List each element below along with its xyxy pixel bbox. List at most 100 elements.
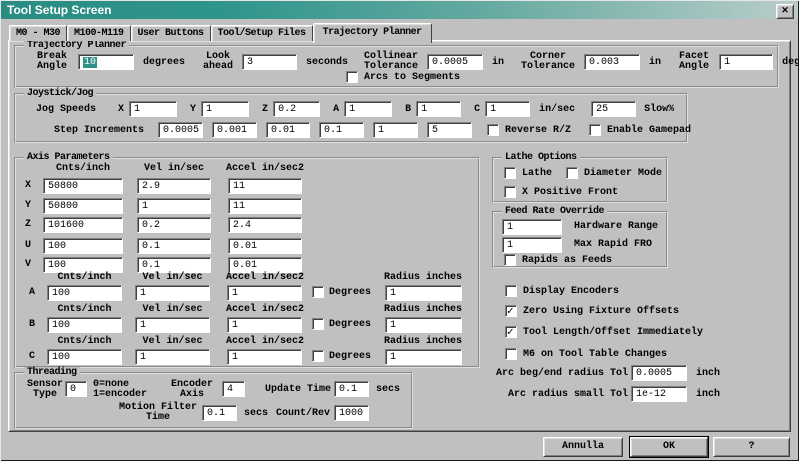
jog-a-label: A	[333, 104, 339, 115]
break-angle-input[interactable]: 10	[78, 54, 134, 70]
hardware-range-input[interactable]: 1	[502, 219, 562, 235]
x-vel-input[interactable]: 2.9	[137, 178, 211, 194]
vel-header: Vel in/sec	[137, 163, 211, 174]
corner-tolerance-input[interactable]: 0.003	[584, 54, 640, 70]
collinear-tolerance-input[interactable]: 0.0005	[427, 54, 483, 70]
jog-x-input[interactable]: 1	[129, 101, 177, 117]
b-accel-input[interactable]: 1	[227, 317, 302, 333]
c-cnts-header: Cnts/inch	[47, 336, 122, 347]
tab-tool-setup-files[interactable]: Tool/Setup Files	[211, 25, 313, 41]
arc-beg-end-radius-tol-input[interactable]: 0.0005	[631, 365, 687, 381]
slow-percent-input[interactable]: 25	[591, 101, 636, 117]
c-degrees-label: Degrees	[329, 351, 371, 362]
u-vel-input[interactable]: 0.1	[137, 238, 211, 254]
a-cnts-header: Cnts/inch	[47, 272, 122, 283]
step-increment-4-input[interactable]: 0.1	[319, 122, 364, 138]
a-vel-input[interactable]: 1	[135, 285, 210, 301]
zero-using-fixture-offsets-checkbox[interactable]	[505, 305, 517, 317]
c-cnts-input[interactable]: 100	[47, 349, 122, 365]
z-accel-input[interactable]: 2.4	[228, 217, 302, 233]
tab-trajectory-planner[interactable]: Trajectory Planner	[313, 23, 432, 43]
joystick-jog-group: Joystick/Jog Jog Speeds X 1 Y 1 Z 0.2 A …	[14, 93, 688, 143]
encoder-axis-label: EncoderAxis	[168, 380, 216, 400]
motion-filter-time-unit: secs	[244, 408, 268, 419]
u-cnts-input[interactable]: 100	[43, 238, 123, 254]
v-vel-input[interactable]: 0.1	[137, 257, 211, 273]
lathe-checkbox[interactable]	[504, 167, 516, 179]
step-increment-1-input[interactable]: 0.0005	[158, 122, 203, 138]
v-accel-input[interactable]: 0.01	[228, 257, 302, 273]
look-ahead-input[interactable]: 3	[242, 54, 297, 70]
c-vel-input[interactable]: 1	[135, 349, 210, 365]
max-rapid-fro-input[interactable]: 1	[502, 237, 562, 253]
cancel-button[interactable]: Annulla	[543, 437, 623, 457]
x-accel-input[interactable]: 11	[228, 178, 302, 194]
update-time-input[interactable]: 0.1	[334, 381, 369, 397]
a-cnts-input[interactable]: 100	[47, 285, 122, 301]
update-time-unit: secs	[376, 384, 400, 395]
a-vel-header: Vel in/sec	[135, 272, 210, 283]
jog-y-input[interactable]: 1	[201, 101, 249, 117]
arc-radius-small-tol-input[interactable]: 1e-12	[631, 386, 687, 402]
jog-speeds-label: Jog Speeds	[36, 104, 96, 115]
collinear-tolerance-label: CollinearTolerance	[361, 52, 421, 72]
tab-user-buttons[interactable]: User Buttons	[131, 25, 211, 41]
c-degrees-checkbox[interactable]	[312, 350, 324, 362]
lathe-options-group: Lathe Options Lathe Diameter Mode X Posi…	[492, 157, 668, 203]
threading-group: Threading SensorType 0 0=none1=encoder E…	[14, 372, 413, 429]
encoder-axis-input[interactable]: 4	[222, 381, 245, 397]
tab-m100-m119[interactable]: M100-M119	[67, 25, 131, 41]
b-vel-input[interactable]: 1	[135, 317, 210, 333]
b-degrees-checkbox[interactable]	[312, 318, 324, 330]
x-positive-front-label: X Positive Front	[522, 187, 618, 198]
a-radius-input[interactable]: 1	[385, 285, 462, 301]
tab-m0-m30[interactable]: M0 - M30	[9, 25, 67, 41]
jog-b-input[interactable]: 1	[416, 101, 461, 117]
arcs-to-segments-checkbox[interactable]	[346, 71, 358, 83]
motion-filter-time-input[interactable]: 0.1	[202, 405, 237, 421]
update-time-label: Update Time	[260, 384, 331, 395]
tool-length-offset-immediately-checkbox[interactable]	[505, 326, 517, 338]
u-accel-input[interactable]: 0.01	[228, 238, 302, 254]
rapids-as-feeds-checkbox[interactable]	[504, 254, 516, 266]
feed-rate-override-legend: Feed Rate Override	[502, 206, 607, 217]
z-vel-input[interactable]: 0.2	[137, 217, 211, 233]
b-radius-input[interactable]: 1	[385, 317, 462, 333]
b-accel-header: Accel in/sec2	[225, 304, 305, 315]
axis-c-label: C	[29, 351, 35, 362]
y-cnts-input[interactable]: 50800	[43, 198, 123, 214]
jog-z-input[interactable]: 0.2	[273, 101, 320, 117]
ok-button[interactable]: OK	[630, 437, 708, 457]
a-accel-input[interactable]: 1	[227, 285, 302, 301]
close-icon[interactable]: ✕	[776, 4, 794, 19]
diameter-mode-checkbox[interactable]	[566, 167, 578, 179]
c-radius-input[interactable]: 1	[385, 349, 462, 365]
y-vel-input[interactable]: 1	[137, 198, 211, 214]
z-cnts-input[interactable]: 101600	[43, 217, 123, 233]
jog-a-input[interactable]: 1	[344, 101, 392, 117]
c-accel-input[interactable]: 1	[227, 349, 302, 365]
m6-on-tool-table-changes-checkbox[interactable]	[505, 348, 517, 360]
step-increment-3-input[interactable]: 0.01	[266, 122, 310, 138]
jog-c-input[interactable]: 1	[485, 101, 530, 117]
axis-parameters-legend: Axis Parameters	[24, 152, 113, 163]
sensor-type-input[interactable]: 0	[65, 381, 87, 397]
count-per-rev-input[interactable]: 1000	[334, 405, 369, 421]
step-increment-6-input[interactable]: 5	[427, 122, 472, 138]
b-vel-header: Vel in/sec	[135, 304, 210, 315]
axis-z-label: Z	[25, 219, 31, 230]
enable-gamepad-checkbox[interactable]	[589, 124, 601, 136]
a-degrees-checkbox[interactable]	[312, 286, 324, 298]
step-increment-5-input[interactable]: 1	[373, 122, 418, 138]
look-ahead-label: Lookahead	[199, 52, 237, 72]
display-encoders-checkbox[interactable]	[505, 285, 517, 297]
x-cnts-input[interactable]: 50800	[43, 178, 123, 194]
b-cnts-input[interactable]: 100	[47, 317, 122, 333]
facet-angle-input[interactable]: 1	[719, 54, 773, 70]
reverse-rz-checkbox[interactable]	[487, 124, 499, 136]
x-positive-front-checkbox[interactable]	[504, 186, 516, 198]
y-accel-input[interactable]: 11	[228, 198, 302, 214]
step-increment-2-input[interactable]: 0.001	[212, 122, 257, 138]
help-button[interactable]: ?	[713, 437, 790, 457]
v-cnts-input[interactable]: 100	[43, 257, 123, 273]
